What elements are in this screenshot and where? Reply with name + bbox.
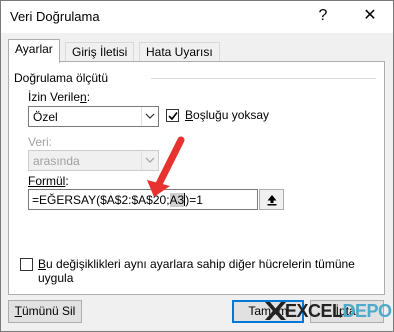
close-button[interactable]: ✕ <box>356 5 384 27</box>
data-label: Veri: <box>28 135 53 149</box>
apply-to-all-label-line2: uygula <box>38 271 74 285</box>
chevron-down-icon <box>141 107 158 126</box>
data-select-value: arasında <box>33 154 80 168</box>
dialog-title: Veri Doğrulama <box>10 9 100 24</box>
apply-to-all-checkbox[interactable] <box>20 258 33 271</box>
tab-error-alert[interactable]: Hata Uyarısı <box>139 42 220 62</box>
allow-select-value: Özel <box>33 110 58 124</box>
checkmark-icon <box>168 112 178 121</box>
allow-select[interactable]: Özel <box>28 106 159 127</box>
excel-depo-watermark: EXCELDEPO <box>263 296 392 328</box>
ignore-blank-checkbox[interactable] <box>166 109 179 122</box>
title-bar: Veri Doğrulama ? ✕ <box>1 1 393 33</box>
data-validation-dialog: Veri Doğrulama ? ✕ Ayarlar Giriş İletisi… <box>0 0 394 332</box>
tab-input-message[interactable]: Giriş İletisi <box>65 42 135 62</box>
clear-all-button[interactable]: Tümünü Sil <box>8 300 82 323</box>
tab-settings[interactable]: Ayarlar <box>8 39 60 63</box>
settings-panel: Doğrulama ölçütü İzin Verilen: Özel Boşl… <box>8 61 385 295</box>
allow-label: İzin Verilen: <box>28 90 91 104</box>
excel-depo-logo-icon <box>265 302 286 320</box>
ignore-blank-label: Boşluğu yoksay <box>185 108 270 122</box>
collapse-dialog-icon <box>267 195 277 206</box>
apply-to-all-label: Bu değişiklikleri aynı ayarlara sahip di… <box>38 257 355 271</box>
help-button[interactable]: ? <box>311 5 335 27</box>
group-divider <box>151 78 376 79</box>
formula-label: Formül: <box>28 174 69 188</box>
validation-criteria-label: Doğrulama ölçütü <box>14 71 109 85</box>
data-select: arasında <box>28 150 159 171</box>
range-select-button[interactable] <box>259 189 284 210</box>
annotation-arrow <box>147 136 185 197</box>
